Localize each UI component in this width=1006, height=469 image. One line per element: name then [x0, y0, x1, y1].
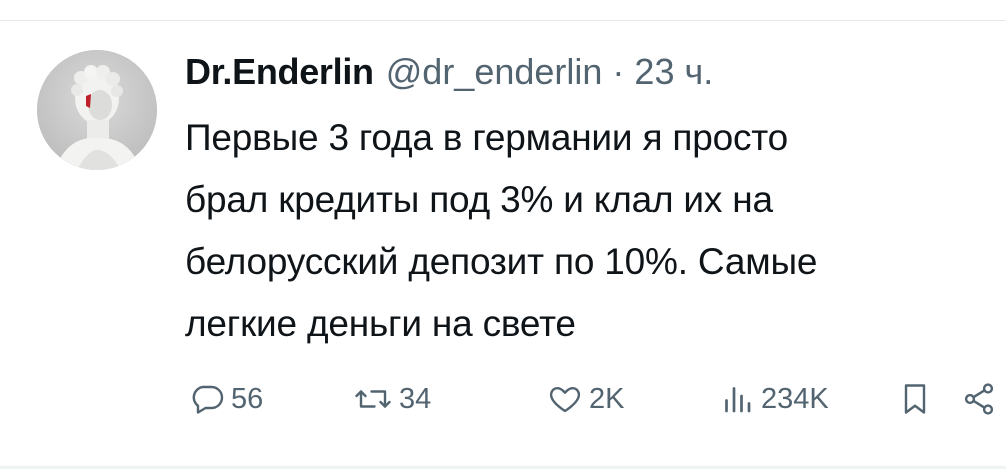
bookmark-button[interactable]	[897, 372, 933, 426]
retweet-button[interactable]: 34	[353, 372, 431, 426]
tweet-text-line: брал кредиты под 3% и клал их на	[185, 179, 773, 220]
tweet-text-line: Первые 3 года в германии я просто	[185, 117, 788, 158]
reply-bubble-icon	[192, 385, 224, 414]
header-separator: ·	[612, 51, 625, 92]
like-button[interactable]: 2K	[547, 372, 624, 426]
avatar-statue-image	[37, 50, 157, 170]
author-handle[interactable]: @dr_enderlin	[386, 48, 603, 96]
views-button[interactable]: 234K	[719, 372, 829, 426]
tweet-text-line: белорусский депозит по 10%. Самые	[185, 241, 818, 282]
tweet-text-line: легкие деньги на свете	[185, 303, 576, 344]
tweet-header: Dr.Enderlin @dr_enderlin · 23 ч.	[185, 48, 995, 100]
share-button[interactable]	[961, 372, 997, 426]
heart-icon	[549, 387, 581, 413]
tweet-actions-bar: 56 34 2K 234K	[185, 372, 1006, 426]
bookmark-icon	[904, 384, 926, 414]
avatar[interactable]	[37, 50, 157, 170]
retweet-arrows-icon	[355, 390, 391, 408]
reply-count: 56	[231, 382, 264, 415]
top-divider	[0, 20, 1006, 21]
bar-chart-icon	[725, 387, 751, 413]
tweet-timestamp[interactable]: 23 ч.	[634, 48, 713, 96]
like-count: 2K	[589, 382, 625, 415]
retweet-count: 34	[399, 382, 432, 415]
views-count: 234K	[761, 382, 829, 415]
tweet-text: Первые 3 года в германии я просто брал к…	[185, 107, 975, 355]
tweet-content: Dr.Enderlin @dr_enderlin · 23 ч. Первые …	[185, 48, 995, 355]
share-icon	[964, 383, 994, 415]
reply-button[interactable]: 56	[189, 372, 263, 426]
author-display-name[interactable]: Dr.Enderlin	[185, 48, 374, 96]
